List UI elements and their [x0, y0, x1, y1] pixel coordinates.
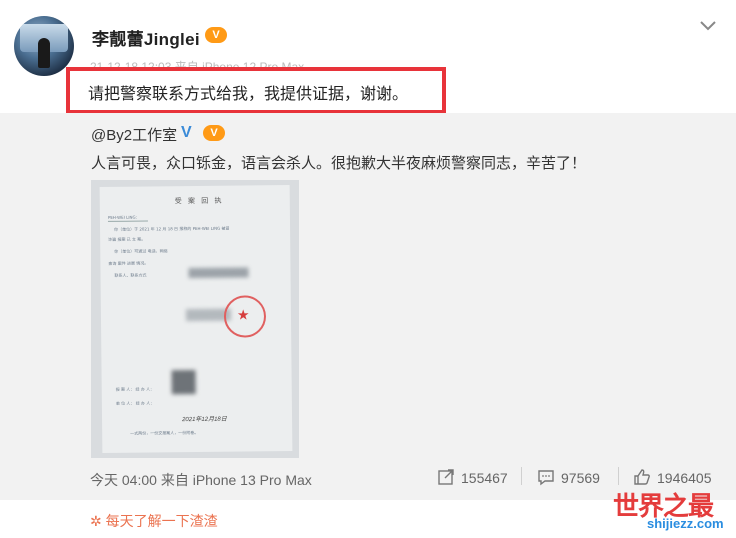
avatar[interactable]: [14, 16, 74, 76]
stamp-star-icon: ★: [236, 306, 250, 323]
comment-count: 97569: [561, 470, 600, 486]
share-count: 155467: [461, 470, 508, 486]
chevron-down-icon[interactable]: [696, 16, 720, 36]
doc-line: 一式两份，一份交报案人，一份附卷。: [130, 429, 199, 436]
comment-icon: [538, 470, 554, 486]
divider: [618, 467, 619, 485]
watermark-url: shijiezz.com: [647, 516, 724, 531]
doc-title: 受 案 回 执: [174, 196, 224, 206]
topic-link[interactable]: ✲ 每天了解一下渣渣: [90, 511, 218, 531]
doc-line: 你（单位）可通过 电话、网络: [114, 248, 168, 254]
share-button[interactable]: 155467: [437, 468, 508, 486]
doc-line: 查询 案件 进展 情况。: [108, 260, 149, 266]
doc-line: 报 案 人： 经 办 人：: [115, 386, 155, 392]
vip-badge-icon: V: [205, 27, 227, 43]
thumbs-up-icon: [634, 469, 650, 485]
repost-text: 人言可畏，众口铄金，语言会杀人。很抱歉大半夜麻烦警察同志，辛苦了！: [91, 155, 587, 172]
doc-line: PEH-WEI LING:: [107, 214, 137, 220]
doc-date: 2021年12月18日: [182, 416, 227, 424]
doc-line: 你（单位）于 2021 年 12 月 18 日 报称的 PEH-WEI LING…: [114, 225, 230, 232]
document-paper: 受 案 回 执 PEH-WEI LING: 你（单位）于 2021 年 12 月…: [99, 185, 293, 453]
repost-meta: 今天 04:00 来自 iPhone 13 Pro Max: [90, 472, 312, 488]
topic-link-text: 每天了解一下渣渣: [105, 513, 218, 529]
like-button[interactable]: 1946405: [633, 468, 712, 486]
doc-underline: [107, 220, 148, 222]
redacted-block: [171, 370, 196, 395]
repost-author[interactable]: @By2工作室: [91, 124, 177, 145]
document-image[interactable]: 受 案 回 执 PEH-WEI LING: 你（单位）于 2021 年 12 月…: [91, 180, 299, 458]
post-text: 请把警察联系方式给我，我提供证据，谢谢。: [88, 86, 409, 103]
redacted-block: [188, 267, 249, 279]
doc-line: 联系人、联系方式: [114, 272, 147, 278]
flower-icon: ✲: [90, 513, 102, 529]
post-username[interactable]: 李靓蕾Jinglei: [92, 25, 200, 50]
comment-button[interactable]: 97569: [537, 468, 600, 486]
like-count: 1946405: [657, 470, 712, 486]
vip-badge-icon: V: [203, 125, 225, 141]
divider: [521, 467, 522, 485]
verified-icon: V: [181, 124, 192, 141]
share-icon: [438, 469, 454, 485]
doc-line: 诈骗 报案 已 立 案。: [108, 236, 146, 242]
avatar-photo-figure: [38, 38, 50, 68]
doc-line: 单 位 人： 经 办 人：: [115, 400, 155, 406]
